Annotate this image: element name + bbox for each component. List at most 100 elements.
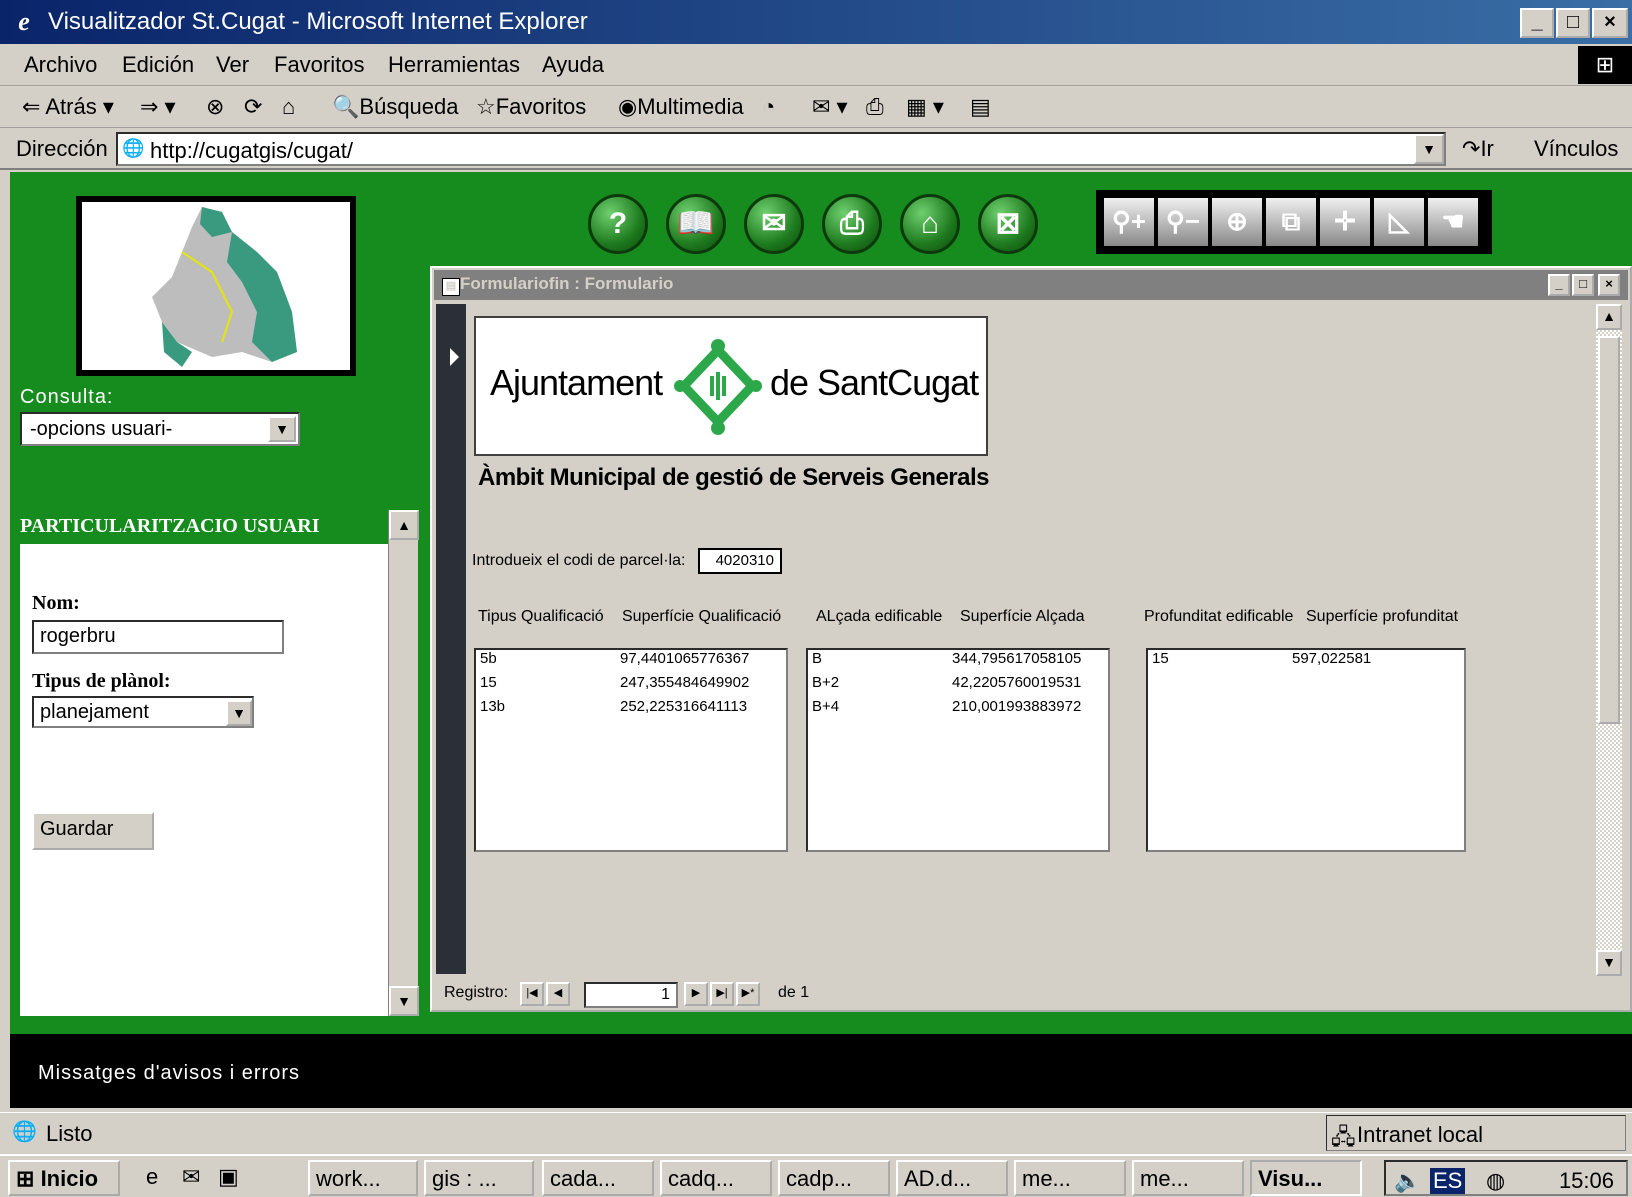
coordinates-icon[interactable]: ✛: [1320, 198, 1370, 246]
qualificacio-list[interactable]: 5b 97,4401065776367 15 247,355484649902 13…: [474, 648, 788, 852]
scroll-down-button[interactable]: ▼: [1596, 950, 1622, 976]
task-item[interactable]: work...: [308, 1160, 418, 1196]
outlook-quicklaunch-icon[interactable]: ✉: [182, 1164, 200, 1190]
multimedia-button[interactable]: ◉Multimedia: [618, 94, 744, 120]
discuss-icon[interactable]: ▤: [970, 94, 991, 120]
desktop-quicklaunch-icon[interactable]: ▣: [218, 1164, 239, 1190]
scroll-up-button[interactable]: ▲: [389, 510, 419, 540]
list-item[interactable]: B+2 42,2205760019531: [808, 674, 1085, 698]
nom-field[interactable]: rogerbru: [32, 620, 284, 654]
print-icon[interactable]: ⎙: [822, 194, 882, 254]
close-icon[interactable]: ⊠: [978, 194, 1038, 254]
pan-icon[interactable]: ☚: [1428, 198, 1478, 246]
address-input[interactable]: 🌐 http://cugatgis/cugat/: [116, 132, 1446, 166]
consulta-select[interactable]: -opcions usuari-: [20, 412, 300, 446]
volume-icon[interactable]: 🔈: [1394, 1168, 1421, 1194]
user-panel-scrollbar[interactable]: ▲ ▼: [388, 510, 419, 1016]
links-button[interactable]: Vínculos: [1534, 136, 1618, 162]
tipus-select[interactable]: planejament: [32, 696, 254, 728]
close-window-button[interactable]: ×: [1592, 8, 1628, 38]
maximize-button[interactable]: □: [1556, 8, 1590, 38]
header-profunditat-edificable: Profunditat edificable: [1144, 608, 1294, 625]
new-record-button[interactable]: ▶*: [736, 982, 760, 1006]
help-icon[interactable]: ?: [588, 194, 648, 254]
start-button[interactable]: ⊞ Inicio: [8, 1160, 120, 1196]
header-alcada-edificable: ALçada edificable: [816, 608, 943, 625]
overview-map[interactable]: [76, 196, 356, 376]
first-record-button[interactable]: |◀: [520, 982, 544, 1006]
form-minimize-button[interactable]: _: [1548, 274, 1570, 296]
page-icon: 🌐: [122, 138, 145, 158]
form-close-button[interactable]: ×: [1598, 274, 1620, 296]
home-icon[interactable]: ⌂: [900, 194, 960, 254]
scroll-up-button[interactable]: ▲: [1596, 304, 1622, 330]
language-indicator[interactable]: ES: [1430, 1168, 1466, 1194]
menu-archivo[interactable]: Archivo: [24, 52, 97, 78]
menu-herramientas[interactable]: Herramientas: [388, 52, 520, 78]
menu-favoritos[interactable]: Favoritos: [274, 52, 364, 78]
back-button[interactable]: ⇐ Atrás ▾: [22, 94, 114, 120]
list-item[interactable]: 5b 97,4401065776367: [476, 650, 753, 674]
form-icon: ▤: [442, 278, 460, 296]
task-item-active[interactable]: Visu...: [1250, 1160, 1362, 1196]
map-image: [152, 207, 297, 367]
chevron-down-icon[interactable]: ▼: [268, 416, 296, 442]
task-item[interactable]: cadp...: [778, 1160, 890, 1196]
search-button[interactable]: 🔍Búsqueda: [332, 94, 459, 120]
center-icon[interactable]: ⊕: [1212, 198, 1262, 246]
print-toolbar-icon[interactable]: ⎙: [866, 94, 884, 120]
mail-toolbar-icon[interactable]: ✉ ▾: [812, 94, 848, 120]
minimize-button[interactable]: _: [1520, 8, 1554, 38]
zoom-in-icon[interactable]: ⚲+: [1104, 198, 1154, 246]
security-zone: 🖧 Intranet local: [1326, 1115, 1626, 1151]
record-selector[interactable]: [436, 304, 466, 974]
network-icon[interactable]: ◍: [1486, 1168, 1505, 1194]
list-item[interactable]: 15 247,355484649902: [476, 674, 753, 698]
next-record-button[interactable]: ▶: [684, 982, 708, 1006]
taskbar: ⊞ Inicio e ✉ ▣ work... gis : ... cada...…: [0, 1154, 1632, 1197]
last-record-button[interactable]: ▶|: [710, 982, 734, 1006]
form-maximize-button[interactable]: □: [1572, 274, 1594, 296]
menu-edicion[interactable]: Edición: [122, 52, 194, 78]
task-item[interactable]: cada...: [542, 1160, 654, 1196]
codi-input[interactable]: 4020310: [698, 548, 782, 574]
task-item[interactable]: AD.d...: [896, 1160, 1008, 1196]
list-item[interactable]: 15 597,022581: [1148, 650, 1375, 674]
ie-icon: e: [18, 7, 30, 36]
stop-icon[interactable]: ⊗: [206, 94, 224, 120]
home-browser-icon[interactable]: ⌂: [282, 94, 295, 120]
forward-button[interactable]: ⇒ ▾: [140, 94, 176, 120]
history-icon[interactable]: ◔: [762, 94, 775, 120]
profunditat-list[interactable]: 15 597,022581: [1146, 648, 1466, 852]
task-item[interactable]: gis : ...: [424, 1160, 534, 1196]
window-icon[interactable]: ⧉: [1266, 198, 1316, 246]
list-item[interactable]: B 344,795617058105: [808, 650, 1085, 674]
zoom-out-icon[interactable]: ⚲−: [1158, 198, 1208, 246]
refresh-icon[interactable]: ⟳: [244, 94, 262, 120]
chevron-down-icon[interactable]: ▼: [226, 700, 252, 726]
alcada-list[interactable]: B 344,795617058105 B+2 42,2205760019531 B+…: [806, 648, 1110, 852]
menu-ayuda[interactable]: Ayuda: [542, 52, 604, 78]
task-item[interactable]: cadq...: [660, 1160, 772, 1196]
record-number-input[interactable]: 1: [584, 982, 678, 1008]
measure-icon[interactable]: ◺: [1374, 198, 1424, 246]
scroll-thumb[interactable]: [1598, 336, 1620, 724]
ie-quicklaunch-icon[interactable]: e: [146, 1164, 158, 1190]
favorites-button[interactable]: ☆Favoritos: [476, 94, 586, 120]
go-button[interactable]: ↷Ir: [1462, 136, 1494, 162]
list-item[interactable]: B+4 210,001993883972: [808, 698, 1085, 722]
list-item[interactable]: 13b 252,225316641113: [476, 698, 753, 722]
logo-emblem-icon: [674, 339, 762, 435]
scroll-down-button[interactable]: ▼: [389, 986, 419, 1016]
mail-icon[interactable]: ✉: [744, 194, 804, 254]
list-cell: B+2: [812, 674, 840, 691]
save-button[interactable]: Guardar: [32, 812, 154, 850]
task-item[interactable]: me...: [1132, 1160, 1244, 1196]
menu-ver[interactable]: Ver: [216, 52, 249, 78]
task-item[interactable]: me...: [1014, 1160, 1126, 1196]
book-icon[interactable]: 📖: [666, 194, 726, 254]
form-subtitle: Àmbit Municipal de gestió de Serveis Gen…: [478, 464, 990, 491]
address-dropdown[interactable]: ▼: [1414, 134, 1444, 164]
edit-icon[interactable]: ▦ ▾: [906, 94, 944, 120]
prev-record-button[interactable]: ◀: [546, 982, 570, 1006]
